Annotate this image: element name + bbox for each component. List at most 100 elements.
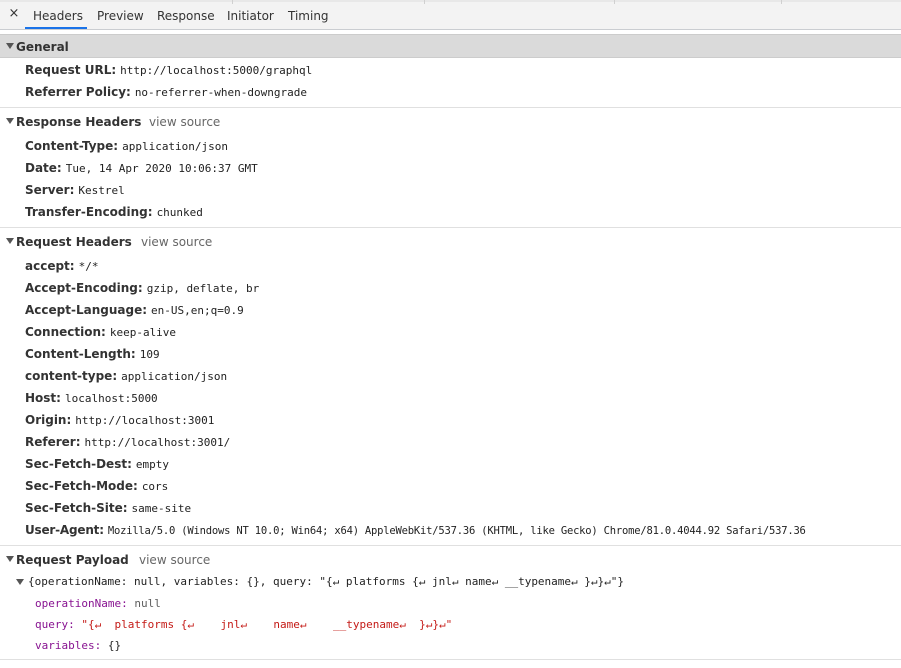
header-row: Origin: http://localhost:3001 — [25, 413, 214, 427]
header-row: accept: */* — [25, 259, 98, 273]
collapse-triangle-icon — [6, 43, 14, 49]
header-key: Accept-Encoding: — [25, 281, 143, 295]
header-value: Mozilla/5.0 (Windows NT 10.0; Win64; x64… — [107, 525, 806, 537]
tab-initiator[interactable]: Initiator — [227, 9, 274, 23]
section-title: Request Payload — [16, 553, 129, 567]
expand-triangle-icon[interactable] — [16, 579, 24, 585]
payload-property: query: "{↵ platforms {↵ jnl↵ name↵ __typ… — [35, 618, 453, 631]
collapse-triangle-icon — [6, 238, 14, 244]
devtools-tab-bar: × Headers Preview Response Initiator Tim… — [0, 0, 901, 30]
header-value: chunked — [156, 206, 203, 219]
header-value: application/json — [122, 140, 229, 153]
header-key: Accept-Language: — [25, 303, 148, 317]
header-row: Referer: http://localhost:3001/ — [25, 435, 230, 449]
close-icon[interactable]: × — [8, 7, 20, 21]
section-divider — [0, 545, 901, 546]
header-key: Sec-Fetch-Mode: — [25, 479, 138, 493]
section-divider — [0, 659, 901, 660]
header-value: cors — [141, 480, 169, 493]
header-value: keep-alive — [109, 326, 177, 339]
header-value: en-US,en;q=0.9 — [151, 304, 244, 317]
header-key: Content-Length: — [25, 347, 136, 361]
column-tick — [614, 0, 615, 4]
section-title: Request Headers — [16, 235, 132, 249]
section-general-header[interactable]: General — [0, 34, 901, 58]
payload-property: operationName: null — [35, 597, 161, 610]
header-value: http://localhost:3001 — [75, 414, 215, 427]
column-tick — [424, 0, 425, 4]
tab-timing[interactable]: Timing — [288, 9, 329, 23]
property-key: variables — [35, 639, 95, 652]
header-row: Date: Tue, 14 Apr 2020 10:06:37 GMT — [25, 161, 258, 175]
header-key: Sec-Fetch-Site: — [25, 501, 128, 515]
header-key: Referrer Policy: — [25, 85, 131, 99]
header-key: Server: — [25, 183, 75, 197]
header-key: accept: — [25, 259, 75, 273]
payload-summary[interactable]: {operationName: null, variables: {}, que… — [16, 575, 624, 588]
section-divider — [0, 227, 901, 228]
tab-response[interactable]: Response — [157, 9, 215, 23]
header-value: */* — [78, 260, 99, 273]
collapse-triangle-icon — [6, 556, 14, 562]
header-row: Referrer Policy: no-referrer-when-downgra… — [25, 85, 307, 99]
section-divider — [0, 107, 901, 108]
column-tick — [781, 0, 782, 4]
header-row: Sec-Fetch-Mode: cors — [25, 479, 168, 493]
header-row: Transfer-Encoding: chunked — [25, 205, 203, 219]
header-row: Content-Length: 109 — [25, 347, 160, 361]
header-row: Server: Kestrel — [25, 183, 125, 197]
header-value: Kestrel — [78, 184, 125, 197]
header-value: gzip, deflate, br — [146, 282, 260, 295]
header-row: Connection: keep-alive — [25, 325, 176, 339]
header-row: Content-Type: application/json — [25, 139, 228, 153]
header-key: Host: — [25, 391, 61, 405]
property-value: "{↵ platforms {↵ jnl↵ name↵ __typename↵ … — [81, 618, 453, 631]
header-row: content-type: application/json — [25, 369, 227, 383]
column-tick — [232, 0, 233, 4]
section-response-headers-header[interactable]: Response Headers view source — [0, 110, 901, 134]
header-key: User-Agent: — [25, 523, 104, 537]
payload-summary-text: {operationName: null, variables: {}, que… — [28, 575, 625, 588]
header-value: 109 — [139, 348, 160, 361]
header-key: content-type: — [25, 369, 118, 383]
property-key: operationName — [35, 597, 122, 610]
header-row: User-Agent: Mozilla/5.0 (Windows NT 10.0;… — [25, 523, 806, 537]
header-value: same-site — [131, 502, 192, 515]
section-request-headers-header[interactable]: Request Headers view source — [0, 230, 901, 254]
view-source-link[interactable]: view source — [141, 235, 212, 249]
header-value: localhost:5000 — [64, 392, 158, 405]
top-divider — [0, 0, 901, 2]
tab-headers[interactable]: Headers — [33, 9, 83, 23]
header-key: Transfer-Encoding: — [25, 205, 153, 219]
tab-preview[interactable]: Preview — [97, 9, 144, 23]
header-key: Referer: — [25, 435, 81, 449]
property-value: null — [134, 597, 161, 610]
view-source-link[interactable]: view source — [149, 115, 220, 129]
section-title: Response Headers — [16, 115, 142, 129]
header-value: empty — [135, 458, 169, 471]
collapse-triangle-icon — [6, 118, 14, 124]
view-source-link[interactable]: view source — [139, 553, 210, 567]
header-value: Tue, 14 Apr 2020 10:06:37 GMT — [65, 162, 258, 175]
header-value: http://localhost:3001/ — [84, 436, 231, 449]
active-tab-indicator — [25, 27, 87, 29]
header-key: Date: — [25, 161, 62, 175]
header-key: Origin: — [25, 413, 72, 427]
property-value: {} — [107, 639, 122, 652]
header-key: Sec-Fetch-Dest: — [25, 457, 132, 471]
section-title: General — [16, 40, 69, 54]
header-row: Accept-Encoding: gzip, deflate, br — [25, 281, 259, 295]
header-value: no-referrer-when-downgrade — [134, 86, 307, 99]
header-key: Connection: — [25, 325, 106, 339]
header-key: Content-Type: — [25, 139, 119, 153]
header-value: application/json — [121, 370, 228, 383]
header-row: Request URL: http://localhost:5000/graphq… — [25, 63, 312, 77]
header-row: Sec-Fetch-Site: same-site — [25, 501, 191, 515]
header-row: Sec-Fetch-Dest: empty — [25, 457, 169, 471]
header-row: Host: localhost:5000 — [25, 391, 158, 405]
header-key: Request URL: — [25, 63, 117, 77]
payload-property: variables: {} — [35, 639, 122, 652]
header-row: Accept-Language: en-US,en;q=0.9 — [25, 303, 244, 317]
header-value: http://localhost:5000/graphql — [120, 64, 313, 77]
section-request-payload-header[interactable]: Request Payload view source — [0, 548, 901, 572]
